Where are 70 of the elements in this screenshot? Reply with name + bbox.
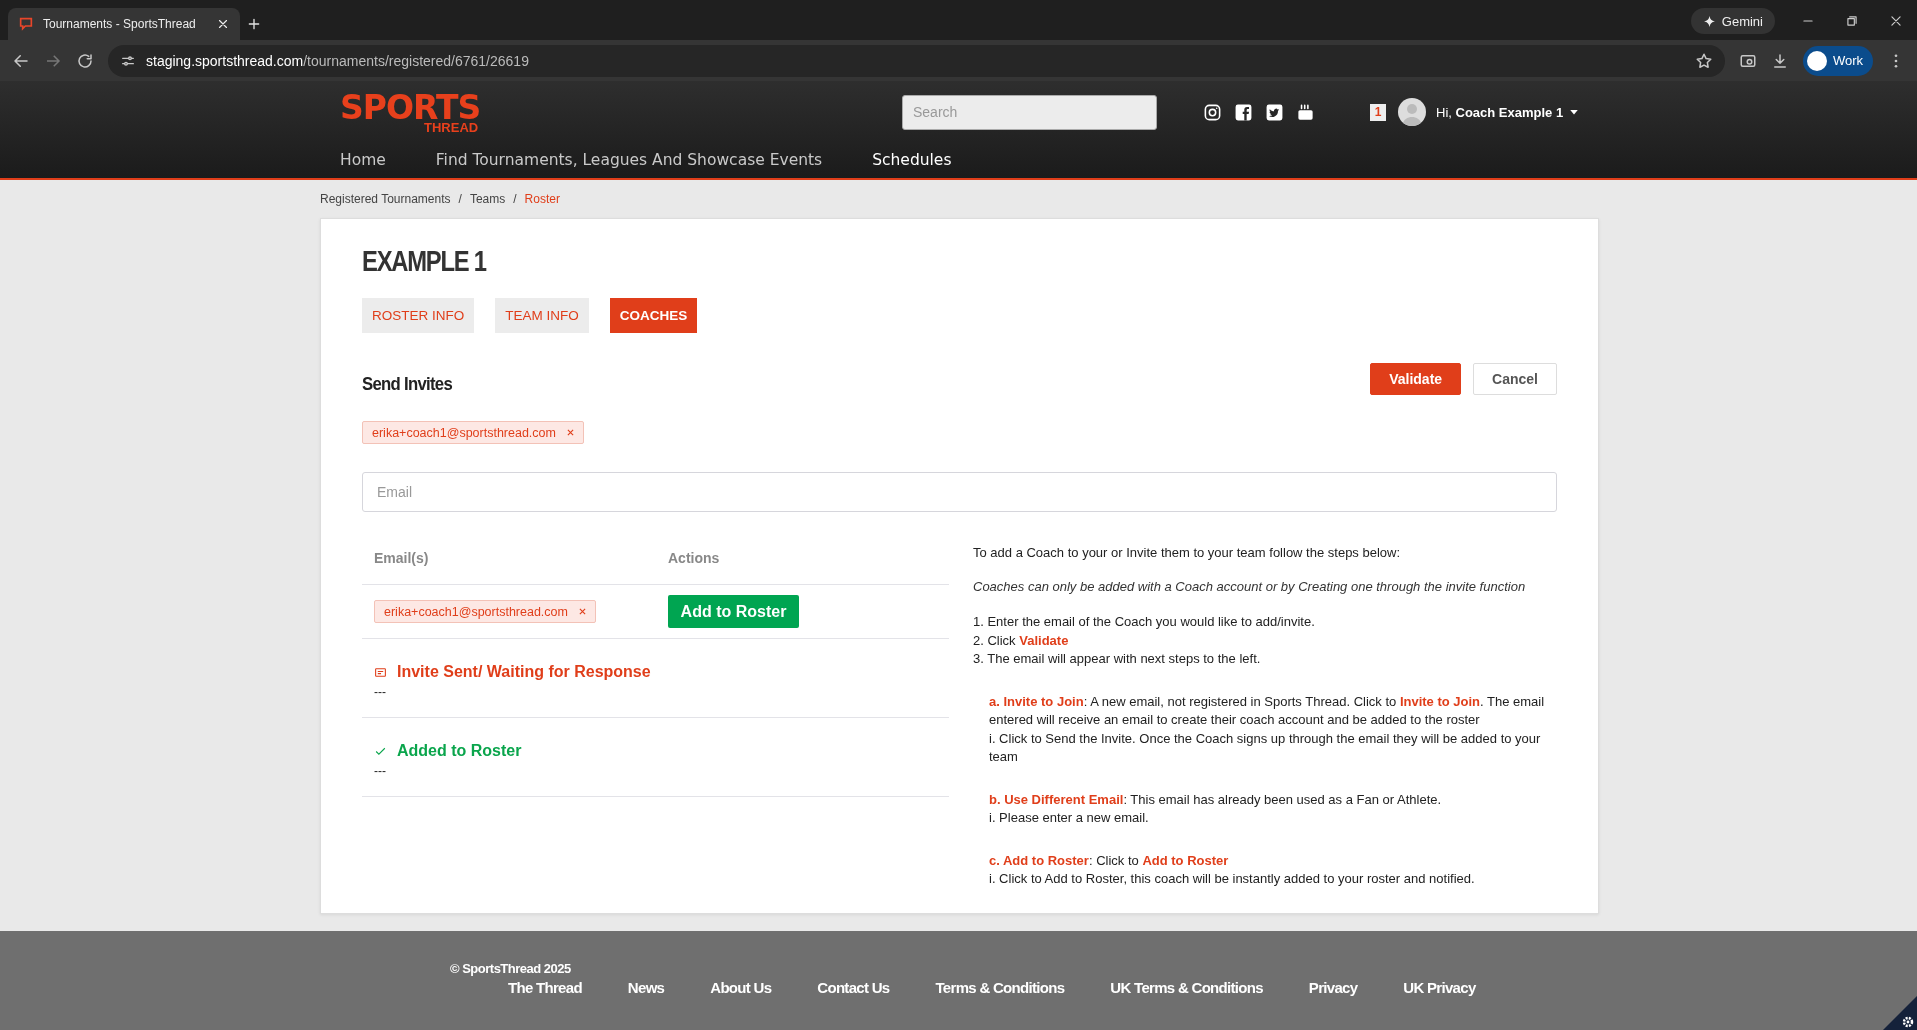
nav-link[interactable]: Schedules: [872, 151, 952, 169]
status-value: ---: [374, 685, 387, 699]
message-icon: [374, 665, 387, 679]
instruction-step: 3. The email will appear with next steps to the left.: [973, 650, 1557, 669]
star-icon[interactable]: [1694, 51, 1713, 70]
nav-link[interactable]: Home: [340, 151, 386, 169]
instruction-substep: i. Click to Add to Roster, this coach will be instantly added to your roster and notified.: [989, 870, 1476, 888]
caret-icon: [1569, 107, 1580, 117]
footer-link[interactable]: About Us: [710, 979, 772, 996]
address-bar[interactable]: staging.sportsthread.com/tournaments/registered/6761/26619: [108, 44, 1725, 77]
footer-link[interactable]: The Thread: [508, 979, 582, 996]
settings-icon[interactable]: [1883, 996, 1917, 1030]
section-title: Send Invites: [362, 372, 454, 395]
column-header: Email(s): [374, 550, 430, 566]
tab[interactable]: TEAM INFO: [495, 298, 589, 333]
instructions-intro: To add a Coach to your or Invite them to your team follow the steps below:: [973, 544, 1402, 562]
instruction-option: c. Add to Roster: Click to Add to Roster: [989, 851, 1557, 870]
instruction-option: b. Use Different Email: This email has already been used as a Fan or Athlete.: [989, 790, 1557, 809]
avatar-icon[interactable]: [1398, 98, 1426, 126]
email-chip[interactable]: erika+coach1@sportsthread.com: [362, 421, 584, 444]
tab[interactable]: ROSTER INFO: [362, 298, 475, 333]
sparkle-icon: [1702, 14, 1716, 28]
facebook-icon[interactable]: [1234, 102, 1253, 122]
instagram-icon[interactable]: [1203, 102, 1222, 122]
validate-button[interactable]: Validate: [1370, 363, 1462, 395]
tab[interactable]: COACHES: [609, 298, 698, 333]
remove-icon[interactable]: [565, 428, 575, 437]
close-icon[interactable]: [1889, 14, 1903, 28]
reload-icon[interactable]: [76, 51, 94, 70]
site-logo[interactable]: SPORTS THREAD: [340, 90, 902, 134]
cancel-button[interactable]: Cancel: [1473, 363, 1557, 395]
instruction-step: 2. Click Validate: [973, 631, 1557, 650]
instruction-substep: i. Please enter a new email.: [989, 809, 1150, 827]
notification-badge[interactable]: 1: [1370, 103, 1386, 121]
restore-icon[interactable]: [1845, 14, 1859, 28]
breadcrumb-link[interactable]: Registered Tournaments: [320, 192, 451, 206]
add-to-roster-button[interactable]: Add to Roster: [668, 595, 799, 628]
speech-bubble-icon: [18, 16, 34, 32]
bird-icon[interactable]: [1265, 102, 1284, 122]
instructions-note: Coaches can only be added with a Coach account or by Creating one through the invite function: [973, 577, 1527, 596]
footer-link[interactable]: UK Terms & Conditions: [1110, 979, 1263, 996]
user-menu[interactable]: Hi, Coach Example 1: [1436, 104, 1580, 120]
instruction-substep: i. Click to Send the Invite. Once the Coach signs up through the email they will be added to your team: [989, 729, 1542, 766]
breadcrumb-separator: /: [458, 192, 462, 206]
breadcrumb-link[interactable]: Teams: [469, 192, 506, 206]
profile-button[interactable]: Work: [1802, 45, 1873, 76]
nav-link[interactable]: Find Tournaments, Leagues And Showcase Events: [435, 151, 823, 169]
team-title: EXAMPLE 1: [362, 245, 486, 278]
footer-link[interactable]: Privacy: [1308, 979, 1358, 996]
video-icon[interactable]: [1296, 102, 1315, 122]
close-icon[interactable]: [216, 17, 230, 31]
status-label: Invite Sent/ Waiting for Response: [397, 663, 651, 681]
status-value: ---: [374, 764, 387, 778]
footer-link[interactable]: UK Privacy: [1403, 979, 1476, 996]
search-field[interactable]: Search: [902, 94, 1157, 130]
status-label: Added to Roster: [397, 742, 522, 760]
breadcrumb-separator: /: [513, 192, 517, 206]
breadcrumb-link[interactable]: Roster: [524, 192, 560, 206]
instruction-step: 1. Enter the email of the Coach you would like to add/invite.: [973, 613, 1557, 632]
email-chip[interactable]: erika+coach1@sportsthread.com: [374, 600, 596, 623]
gemini-button[interactable]: Gemini: [1690, 8, 1775, 34]
remove-icon[interactable]: [577, 607, 587, 616]
footer-link[interactable]: News: [627, 979, 665, 996]
copyright: © SportsThread 2025: [450, 961, 572, 976]
browser-tab[interactable]: Tournaments - SportsThread: [8, 8, 240, 40]
new-tab-icon[interactable]: [246, 16, 262, 32]
footer-link[interactable]: Contact Us: [817, 979, 890, 996]
column-header: Actions: [668, 550, 721, 566]
footer-link[interactable]: Terms & Conditions: [935, 979, 1065, 996]
email-field[interactable]: Email: [362, 472, 1557, 512]
